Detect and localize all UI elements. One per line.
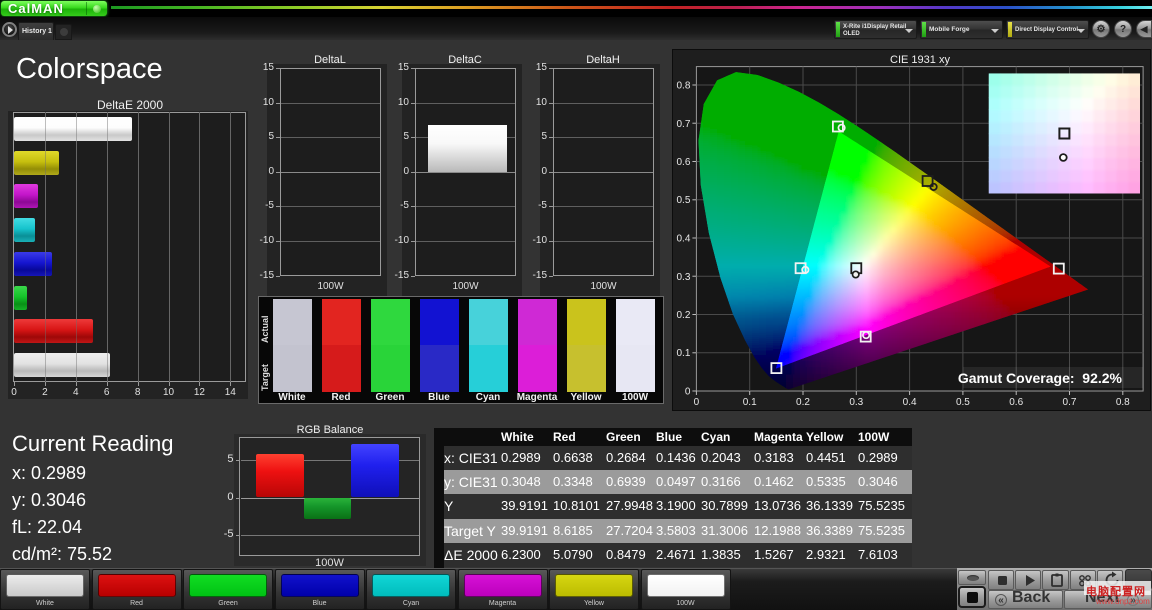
svg-text:0: 0 [685,387,691,398]
svg-text:0.4: 0.4 [903,397,917,408]
svg-text:Gamut Coverage: 92.2%: Gamut Coverage: 92.2% [958,370,1123,386]
svg-text:0.2: 0.2 [676,310,690,321]
svg-text:0.6: 0.6 [1009,397,1023,408]
svg-text:0.3: 0.3 [676,272,690,283]
svg-text:0.7: 0.7 [676,119,690,130]
svg-text:0: 0 [694,397,700,408]
svg-text:0.8: 0.8 [1116,397,1130,408]
svg-text:0.3: 0.3 [849,397,863,408]
svg-text:0.5: 0.5 [676,195,690,206]
svg-text:0.5: 0.5 [956,397,970,408]
svg-text:0.6: 0.6 [676,157,690,168]
svg-text:0.4: 0.4 [676,234,690,245]
svg-text:0.1: 0.1 [676,348,690,359]
svg-text:0.7: 0.7 [1063,397,1077,408]
svg-text:0.2: 0.2 [796,397,810,408]
svg-text:0.1: 0.1 [743,397,757,408]
svg-text:0.8: 0.8 [676,81,690,92]
